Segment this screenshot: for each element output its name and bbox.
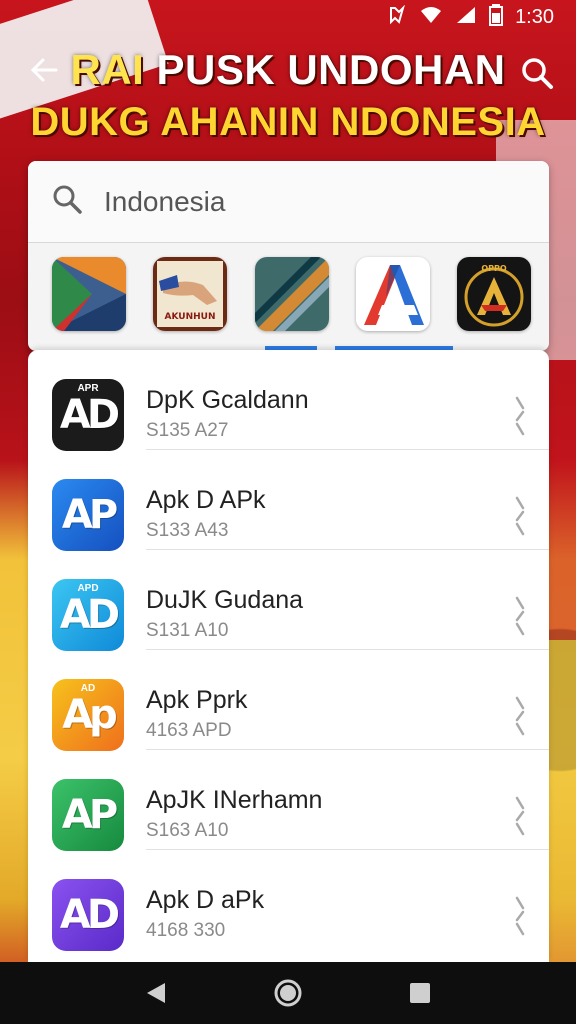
app-list: APR AD DpK Gcaldann S135 A27 AP Apk D AP… (28, 350, 549, 962)
list-item[interactable]: AD Apk D aPk 4168 330 (28, 850, 549, 951)
system-nav-bar (0, 962, 576, 1024)
nav-recents-icon[interactable] (402, 975, 438, 1011)
app-logo-text: AD (59, 392, 120, 438)
nfc-icon (387, 4, 407, 30)
app-meta: S163 A10 (146, 820, 229, 841)
list-item[interactable]: AP Apk D APk S133 A43 (28, 450, 549, 551)
app-logo-text: AD (59, 592, 120, 638)
tile-caption: OPPO (481, 264, 507, 273)
more-options-icon[interactable] (513, 796, 527, 836)
app-logo: APD AD (52, 579, 124, 651)
app-logo: AD (52, 879, 124, 951)
hand-logo-icon[interactable]: AKUNHUN (153, 257, 228, 331)
status-time: 1:30 (515, 5, 554, 28)
app-name: Apk Pprk (146, 686, 248, 714)
app-logo-caption: APD (77, 583, 99, 594)
search-icon[interactable] (520, 56, 554, 90)
wifi-icon (419, 5, 443, 30)
app-meta: S131 A10 (146, 620, 229, 641)
app-logo-text: AP (61, 792, 118, 838)
app-meta: S135 A27 (146, 420, 229, 441)
page-title-line1: RAI PUSK UNDOHAN (0, 46, 576, 94)
tile-caption: AKUNHUN (165, 312, 216, 322)
app-meta: 4168 330 (146, 920, 226, 941)
app-name: DuJK Gudana (146, 586, 304, 614)
app-logo: AP (52, 779, 124, 851)
search-input[interactable] (104, 185, 484, 218)
page-title-line2: DUKG AHANIN NDONESIA (30, 100, 546, 144)
more-options-icon[interactable] (513, 596, 527, 636)
header: RAI PUSK UNDOHAN DUKG AHANIN NDONESIA (0, 36, 576, 156)
app-meta: 4163 APD (146, 720, 232, 741)
search-panel: AKUNHUN (28, 161, 549, 351)
app-meta: S133 A43 (146, 520, 229, 541)
signal-icon (455, 5, 477, 30)
app-logo-caption: AD (80, 683, 96, 694)
more-options-icon[interactable] (513, 696, 527, 736)
battery-icon (489, 3, 504, 31)
play-store-like-icon[interactable] (52, 257, 126, 331)
search-bar (28, 161, 549, 243)
app-logo: AD Ap (52, 679, 124, 751)
featured-apps-row: AKUNHUN OPPO (28, 243, 549, 331)
app-logo: APR AD (52, 379, 124, 451)
more-options-icon[interactable] (513, 496, 527, 536)
more-options-icon[interactable] (513, 896, 527, 936)
list-item[interactable]: APD AD DuJK Gudana S131 A10 (28, 550, 549, 651)
app-logo: AP (52, 479, 124, 551)
app-logo-text: AD (59, 892, 120, 938)
list-item[interactable]: APR AD DpK Gcaldann S135 A27 (28, 350, 549, 451)
status-bar: 1:30 (0, 0, 576, 34)
app-logo-text: Ap (62, 692, 118, 738)
more-options-icon[interactable] (513, 396, 527, 436)
title-part1: RAI (70, 46, 157, 93)
app-name: ApJK INerhamn (146, 786, 323, 814)
nav-home-icon[interactable] (270, 975, 306, 1011)
emblem-a-icon[interactable]: OPPO (457, 257, 531, 331)
list-item[interactable]: AP ApJK INerhamn S163 A10 (28, 750, 549, 851)
app-logo-text: AP (61, 492, 118, 538)
list-item[interactable]: AD Ap Apk Pprk 4163 APD (28, 650, 549, 751)
diagonal-stripe-icon[interactable] (254, 257, 329, 331)
search-field-icon (52, 184, 82, 219)
letter-a-icon[interactable] (355, 257, 430, 331)
app-name: Apk D aPk (146, 886, 265, 914)
app-logo-caption: APR (77, 383, 99, 394)
title-part2: PUSK UNDOHAN (156, 46, 506, 93)
app-name: Apk D APk (146, 486, 266, 514)
nav-back-icon[interactable] (138, 975, 174, 1011)
app-name: DpK Gcaldann (146, 386, 309, 414)
